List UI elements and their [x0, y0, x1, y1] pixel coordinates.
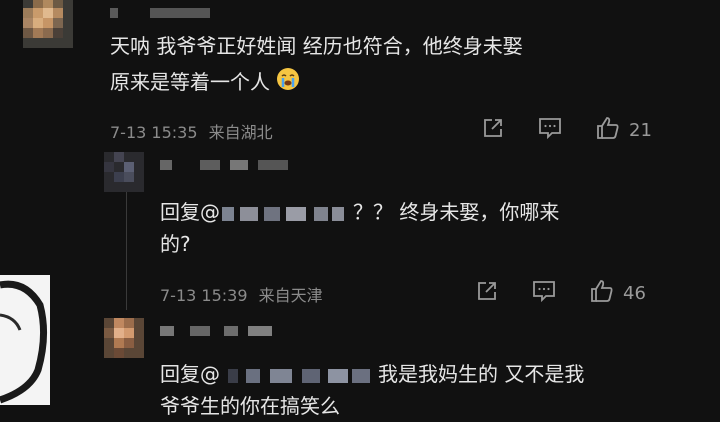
comment-icon [531, 279, 557, 307]
reply-prefix: 回复@ [160, 362, 220, 386]
reply-button[interactable] [537, 116, 563, 144]
share-icon [481, 116, 505, 144]
partial-image-overlay [0, 275, 50, 405]
like-count: 46 [623, 282, 646, 304]
like-button[interactable]: 21 [595, 115, 652, 145]
location: 来自湖北 [208, 123, 273, 142]
reply-text: 爷爷生的你在搞笑么 [160, 394, 340, 418]
thumbs-up-icon [589, 278, 615, 308]
like-count: 21 [629, 119, 652, 141]
avatar[interactable] [104, 152, 144, 192]
username-redacted[interactable] [110, 8, 210, 18]
username-redacted[interactable] [160, 326, 280, 336]
comment-text: 原来是等着一个人 [110, 66, 300, 100]
mention-redacted[interactable] [222, 368, 372, 383]
username-redacted[interactable] [160, 160, 290, 170]
location: 来自天津 [258, 286, 323, 305]
timestamp: 7-13 15:35 [110, 123, 198, 142]
comment-icon [537, 116, 563, 144]
thumbs-up-icon [595, 115, 621, 145]
like-button[interactable]: 46 [589, 278, 646, 308]
reply-button[interactable] [531, 279, 557, 307]
comment-meta: 7-13 15:35 来自湖北 [110, 119, 273, 143]
share-button[interactable] [475, 279, 499, 307]
mention-redacted[interactable] [222, 206, 347, 221]
share-icon [475, 279, 499, 307]
timestamp: 7-13 15:39 [160, 286, 248, 305]
avatar[interactable] [104, 318, 144, 358]
comment-text: 天呐 我爷爷正好姓闻 经历也符合，他终身未娶 [110, 34, 523, 58]
reply-text: 回复@ ？？ 终身未娶，你哪来 [160, 200, 560, 224]
reply-meta: 7-13 15:39 来自天津 [160, 282, 323, 306]
avatar[interactable] [23, 0, 73, 48]
reply-text: 的? [160, 232, 191, 256]
reply-prefix: 回复@ [160, 200, 220, 224]
share-button[interactable] [481, 116, 505, 144]
thread-line [126, 190, 127, 310]
crying-face-emoji-icon [276, 67, 300, 100]
reply-text: 回复@ 我是我妈生的 又不是我 [160, 362, 585, 386]
